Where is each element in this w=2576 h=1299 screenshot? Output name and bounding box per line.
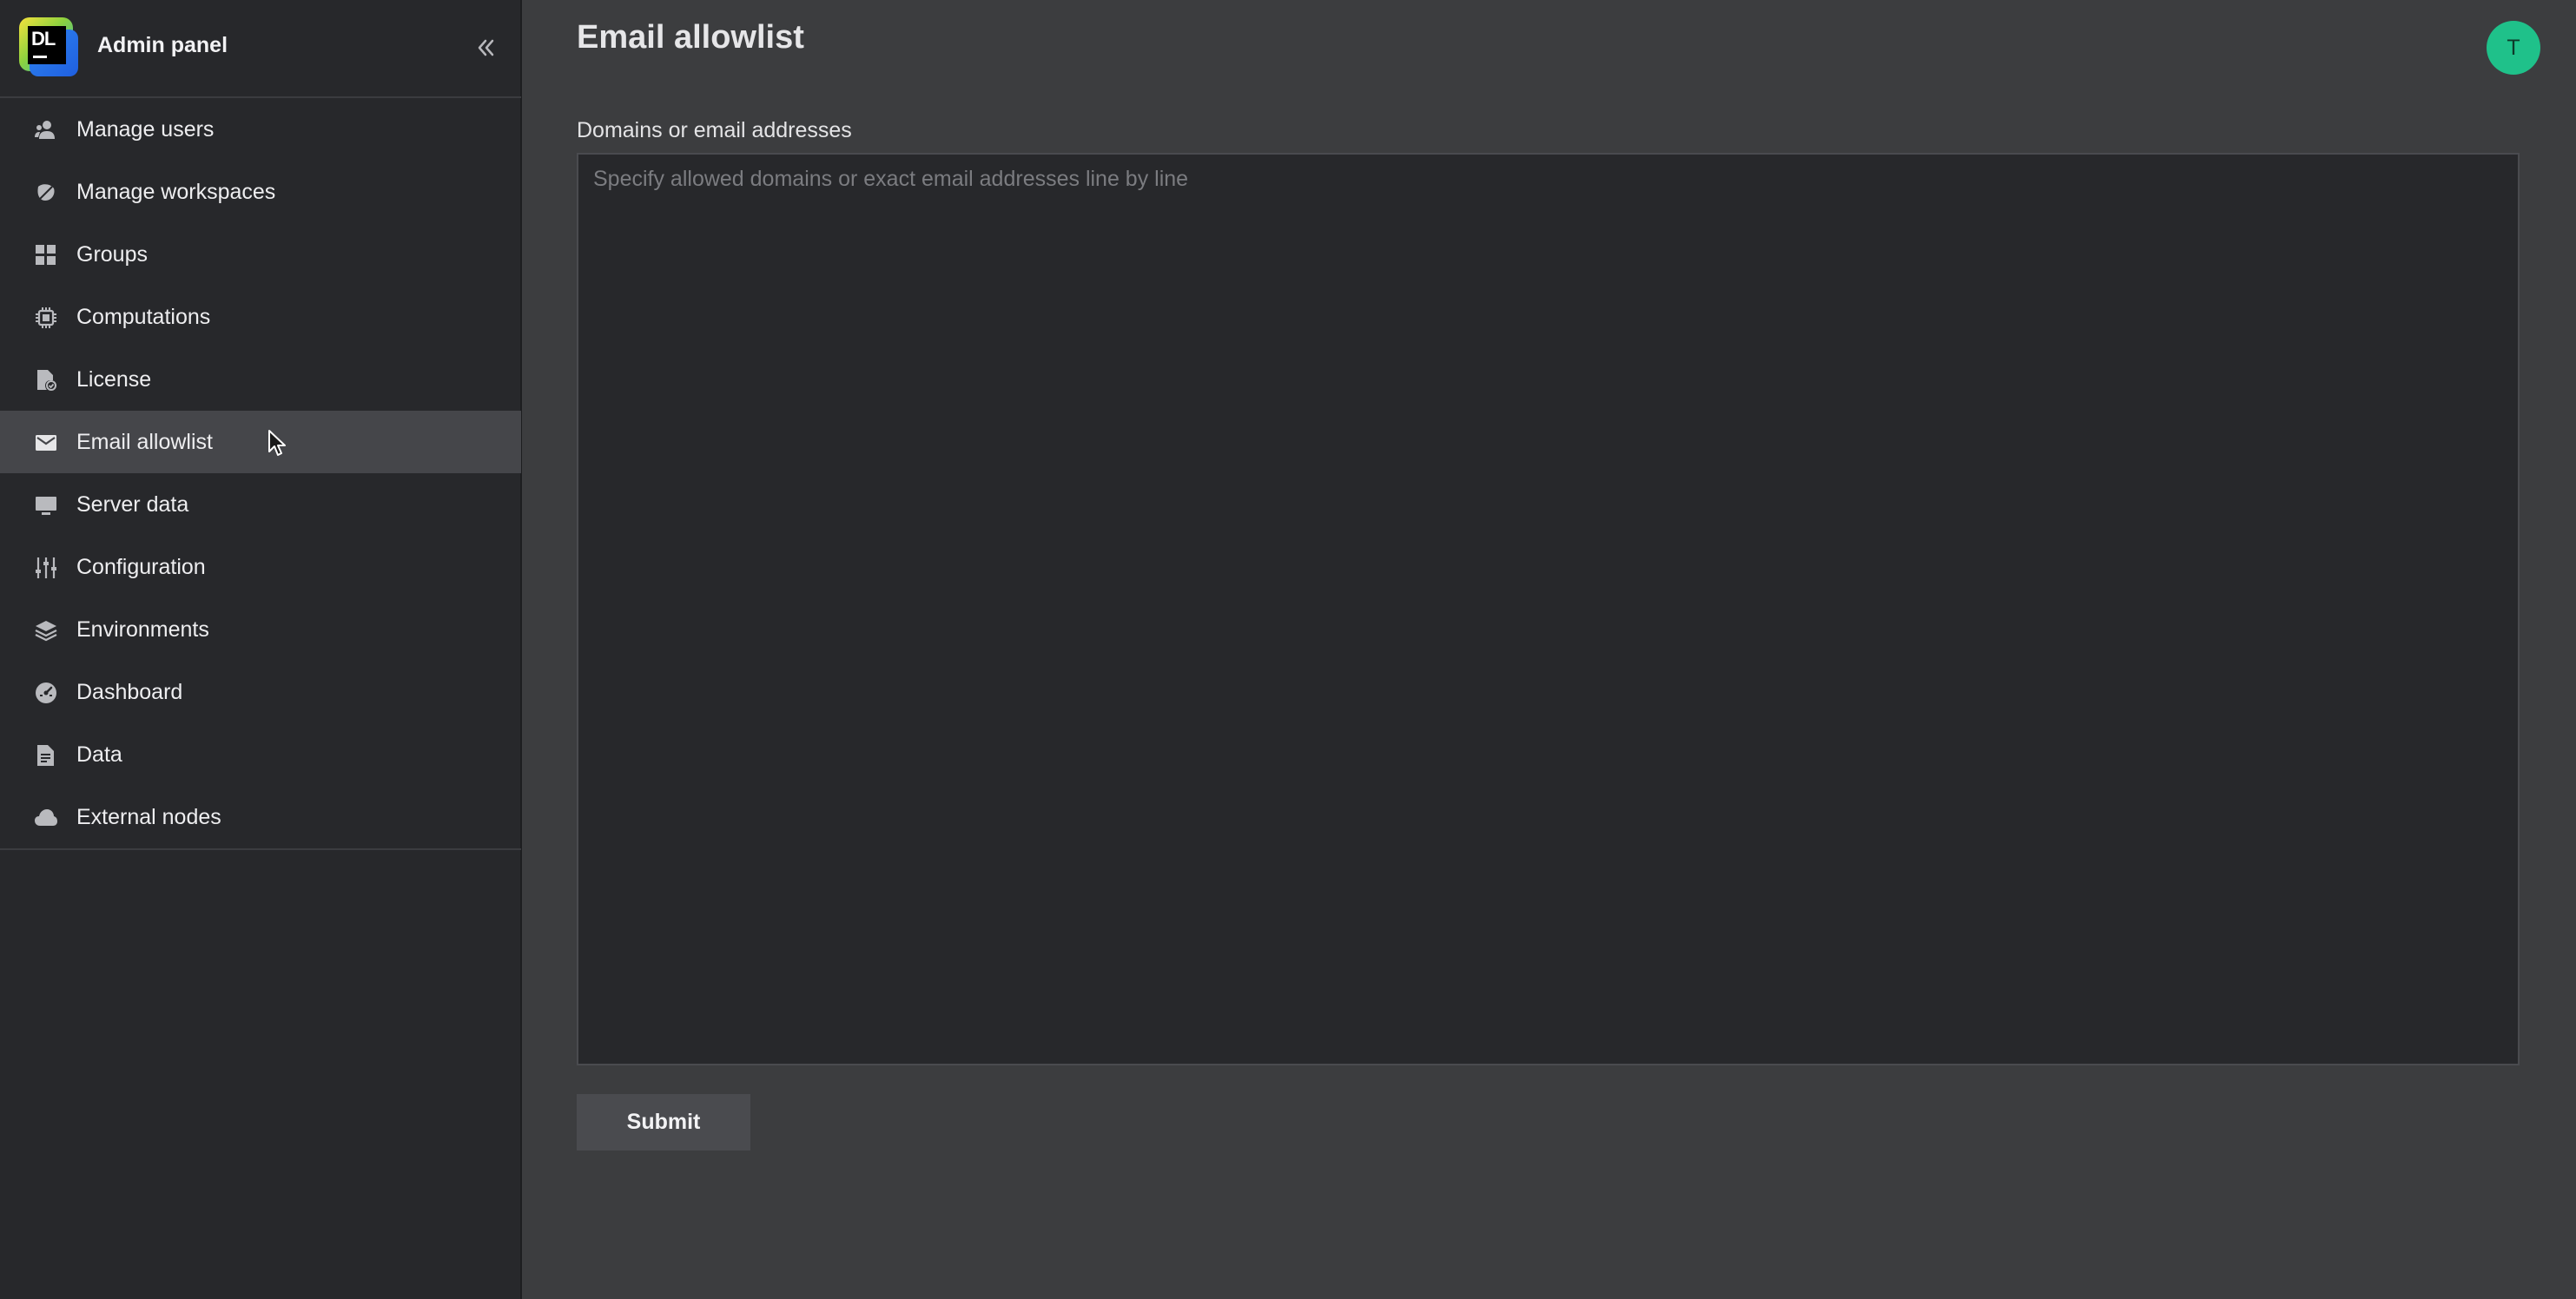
sidebar-item-computations[interactable]: Computations — [0, 286, 521, 348]
sidebar-item-external-nodes[interactable]: External nodes — [0, 786, 521, 848]
avatar[interactable]: T — [2487, 21, 2540, 75]
app-window: DL Admin panel Manage users Manage works… — [0, 0, 2576, 1299]
sidebar-item-environments[interactable]: Environments — [0, 598, 521, 661]
cloud-icon — [35, 809, 57, 826]
sliders-icon — [36, 557, 56, 578]
sidebar-item-data[interactable]: Data — [0, 723, 521, 786]
license-icon — [37, 370, 56, 391]
sidebar-item-dashboard[interactable]: Dashboard — [0, 661, 521, 723]
sidebar: DL Admin panel Manage users Manage works… — [0, 0, 522, 1299]
sidebar-item-license[interactable]: License — [0, 348, 521, 411]
sidebar-item-label: Configuration — [76, 555, 206, 579]
workspaces-icon — [37, 184, 55, 201]
sidebar-item-label: License — [76, 367, 152, 392]
sidebar-item-manage-workspaces[interactable]: Manage workspaces — [0, 161, 521, 223]
sidebar-item-label: Data — [76, 742, 122, 767]
sidebar-item-label: Environments — [76, 617, 209, 642]
logo-text: DL — [31, 28, 56, 49]
sidebar-item-label: Manage users — [76, 117, 215, 142]
sidebar-item-label: Computations — [76, 305, 211, 329]
domains-textarea[interactable] — [577, 153, 2520, 1065]
sidebar-header: DL Admin panel — [0, 0, 521, 98]
sidebar-item-email-allowlist[interactable]: Email allowlist — [0, 411, 521, 473]
sidebar-nav: Manage users Manage workspaces Groups Co… — [0, 98, 521, 848]
sidebar-item-label: Dashboard — [76, 680, 183, 704]
page-title: Email allowlist — [577, 19, 804, 56]
chip-icon — [36, 307, 56, 328]
document-icon — [37, 745, 54, 766]
sidebar-item-label: Email allowlist — [76, 430, 213, 454]
submit-button[interactable]: Submit — [577, 1094, 750, 1151]
sidebar-item-label: External nodes — [76, 805, 221, 829]
users-icon — [35, 121, 55, 139]
sidebar-item-configuration[interactable]: Configuration — [0, 536, 521, 598]
sidebar-divider — [0, 848, 521, 850]
sidebar-item-label: Groups — [76, 242, 148, 267]
sidebar-item-manage-users[interactable]: Manage users — [0, 98, 521, 161]
sidebar-item-label: Manage workspaces — [76, 180, 276, 204]
mouse-pointer-icon — [268, 430, 286, 456]
sidebar-item-label: Server data — [76, 492, 189, 517]
main-content: Email allowlist T Domains or email addre… — [522, 0, 2576, 1299]
gauge-icon — [36, 682, 56, 703]
app-logo: DL — [19, 17, 78, 76]
domains-field-label: Domains or email addresses — [577, 118, 852, 142]
sidebar-item-groups[interactable]: Groups — [0, 223, 521, 286]
monitor-icon — [36, 497, 56, 515]
mail-icon — [36, 435, 56, 451]
collapse-sidebar-button[interactable] — [472, 35, 499, 61]
grid-icon — [36, 245, 56, 265]
double-chevron-left-icon — [478, 39, 494, 56]
layers-icon — [35, 621, 57, 642]
sidebar-title: Admin panel — [97, 33, 228, 57]
sidebar-item-server-data[interactable]: Server data — [0, 473, 521, 536]
